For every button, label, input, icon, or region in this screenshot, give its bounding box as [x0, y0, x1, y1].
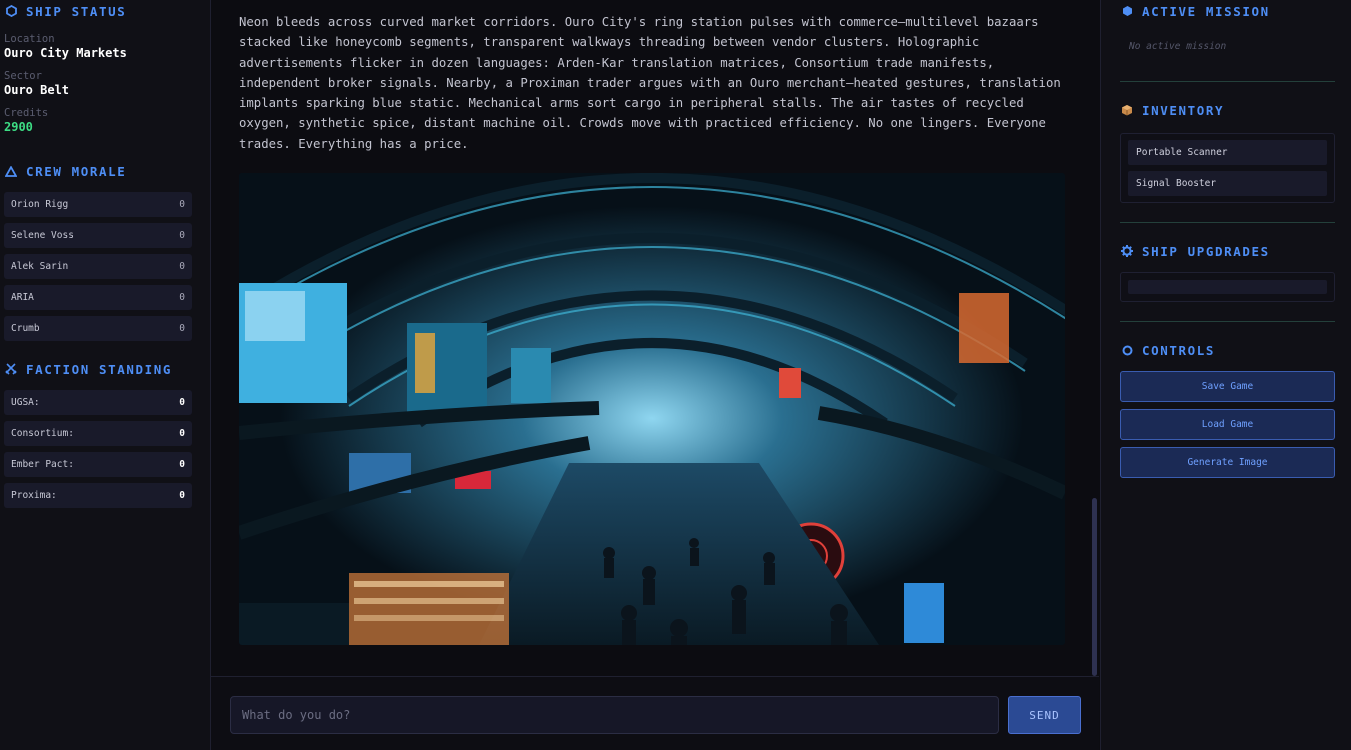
crew-member-row: Orion Rigg 0 — [4, 192, 192, 217]
faction-name: UGSA: — [11, 397, 40, 408]
crew-member-row: ARIA 0 — [4, 285, 192, 310]
save-game-button[interactable]: Save Game — [1120, 371, 1335, 402]
crossed-swords-icon — [4, 362, 18, 376]
inventory-header: INVENTORY — [1120, 99, 1335, 121]
inventory-title: INVENTORY — [1142, 102, 1225, 118]
sector-value: Ouro Belt — [4, 83, 70, 97]
faction-value: 0 — [179, 428, 185, 439]
no-mission-text: No active mission — [1129, 41, 1227, 52]
faction-standing-header: FACTION STANDING — [4, 358, 204, 380]
story-scrollbar[interactable] — [1092, 498, 1097, 676]
right-sidebar: ACTIVE MISSION No active mission INVENTO… — [1100, 0, 1351, 750]
crew-member-morale: 0 — [179, 323, 185, 334]
crew-morale-header: CREW MORALE — [4, 160, 204, 182]
faction-row: Ember Pact: 0 — [4, 452, 192, 477]
command-bar: SEND — [211, 676, 1099, 750]
faction-list: UGSA: 0 Consortium: 0 Ember Pact: 0 Proxima… — [4, 390, 192, 514]
crew-morale-title: CREW MORALE — [26, 163, 127, 179]
faction-row: Proxima: 0 — [4, 483, 192, 508]
location-value: Ouro City Markets — [4, 46, 127, 60]
crew-member-morale: 0 — [179, 230, 185, 241]
faction-value: 0 — [179, 397, 185, 408]
crew-member-name: Orion Rigg — [11, 199, 69, 210]
crew-member-row: Crumb 0 — [4, 316, 192, 341]
faction-name: Proxima: — [11, 490, 57, 501]
scene-image — [239, 173, 1065, 645]
crew-member-row: Selene Voss 0 — [4, 223, 192, 248]
crew-member-name: Selene Voss — [11, 230, 74, 241]
location-label: Location — [4, 33, 55, 45]
faction-row: UGSA: 0 — [4, 390, 192, 415]
active-mission-header: ACTIVE MISSION — [1120, 0, 1335, 22]
credits-label: Credits — [4, 107, 49, 119]
crew-list: Orion Rigg 0 Selene Voss 0 Alek Sarin 0 ARI… — [4, 192, 192, 347]
controls-header: CONTROLS — [1120, 339, 1335, 361]
package-icon — [1120, 103, 1134, 117]
gear-icon — [1120, 244, 1134, 258]
crew-member-name: Crumb — [11, 323, 40, 334]
upgrades-empty-slot — [1128, 280, 1327, 294]
faction-value: 0 — [179, 490, 185, 501]
inventory-item[interactable]: Signal Booster — [1128, 171, 1327, 196]
crew-member-row: Alek Sarin 0 — [4, 254, 192, 279]
ship-status-header: SHIP STATUS — [4, 0, 204, 22]
faction-value: 0 — [179, 459, 185, 470]
sector-label: Sector — [4, 70, 42, 82]
faction-standing-title: FACTION STANDING — [26, 361, 173, 377]
crew-member-morale: 0 — [179, 261, 185, 272]
ship-upgrades-header: SHIP UPGDRADES — [1120, 240, 1335, 262]
credits-value: 2900 — [4, 120, 33, 134]
hexagon-outline-icon — [4, 4, 18, 18]
story-panel: Neon bleeds across curved market corrido… — [211, 0, 1099, 750]
command-input[interactable] — [230, 696, 999, 734]
faction-name: Ember Pact: — [11, 459, 74, 470]
scene-illustration — [239, 173, 1065, 645]
faction-name: Consortium: — [11, 428, 74, 439]
crew-member-name: ARIA — [11, 292, 34, 303]
faction-row: Consortium: 0 — [4, 421, 192, 446]
hexagon-filled-icon — [1120, 4, 1134, 18]
divider — [1120, 81, 1335, 82]
left-sidebar: SHIP STATUS Location Ouro City Markets S… — [0, 0, 211, 750]
generate-image-button[interactable]: Generate Image — [1120, 447, 1335, 478]
divider — [1120, 321, 1335, 322]
ship-status-title: SHIP STATUS — [26, 3, 127, 19]
narrative-text: Neon bleeds across curved market corrido… — [239, 15, 1061, 151]
send-button[interactable]: SEND — [1008, 696, 1081, 734]
circle-outline-icon — [1120, 343, 1134, 357]
upgrades-list — [1120, 272, 1335, 302]
ship-upgrades-title: SHIP UPGDRADES — [1142, 243, 1270, 259]
load-game-button[interactable]: Load Game — [1120, 409, 1335, 440]
divider — [1120, 222, 1335, 223]
inventory-list: Portable Scanner Signal Booster — [1120, 133, 1335, 203]
triangle-outline-icon — [4, 164, 18, 178]
controls-title: CONTROLS — [1142, 342, 1216, 358]
crew-member-morale: 0 — [179, 199, 185, 210]
crew-member-name: Alek Sarin — [11, 261, 69, 272]
app-root: SHIP STATUS Location Ouro City Markets S… — [0, 0, 1351, 750]
active-mission-title: ACTIVE MISSION — [1142, 3, 1270, 19]
crew-member-morale: 0 — [179, 292, 185, 303]
inventory-item[interactable]: Portable Scanner — [1128, 140, 1327, 165]
